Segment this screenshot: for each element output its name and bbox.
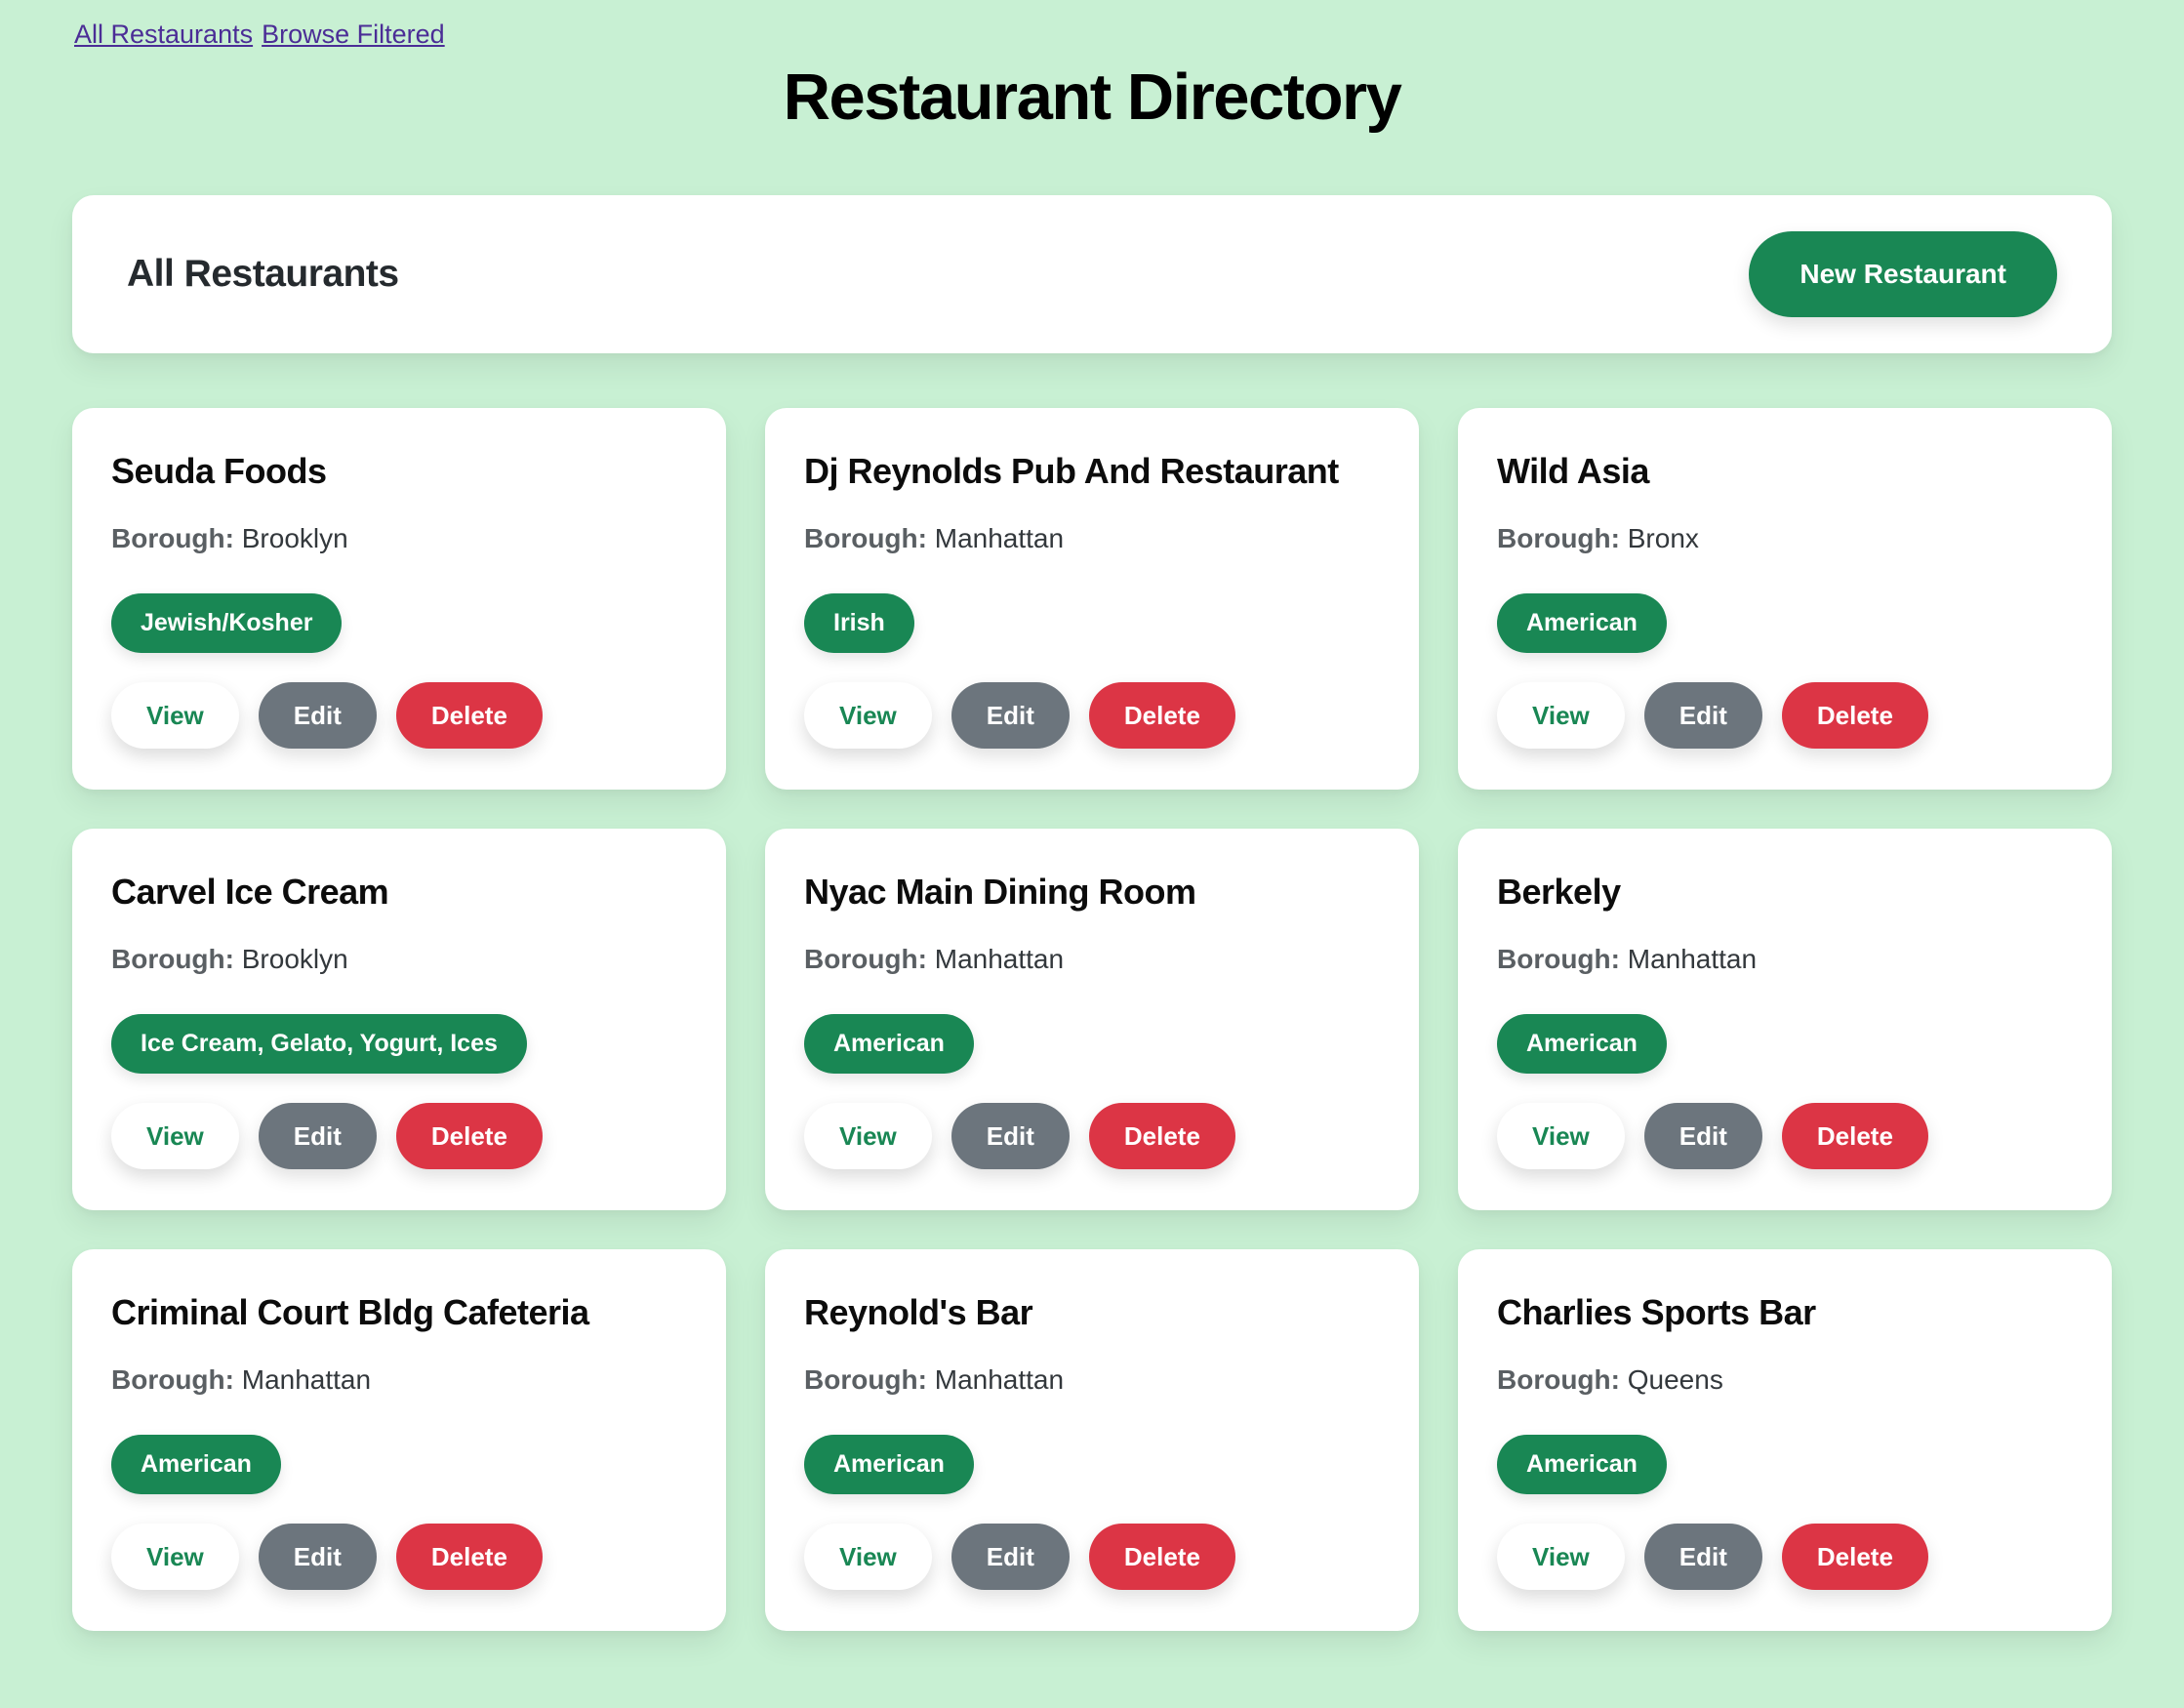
restaurant-card: Dj Reynolds Pub And Restaurant Borough: … (765, 408, 1419, 790)
edit-button[interactable]: Edit (951, 1524, 1070, 1590)
borough-line: Borough: Brooklyn (111, 523, 687, 554)
edit-button[interactable]: Edit (259, 1103, 377, 1169)
card-actions: View Edit Delete (804, 1103, 1380, 1169)
edit-button[interactable]: Edit (259, 1524, 377, 1590)
nav-link-all-restaurants[interactable]: All Restaurants (74, 20, 253, 49)
restaurant-card: Berkely Borough: Manhattan American View… (1458, 829, 2112, 1210)
cuisine-badge: American (804, 1435, 974, 1494)
page-title: Restaurant Directory (72, 60, 2112, 135)
delete-button[interactable]: Delete (396, 1103, 543, 1169)
edit-button[interactable]: Edit (1644, 1524, 1762, 1590)
delete-button[interactable]: Delete (1782, 1524, 1928, 1590)
borough-line: Borough: Bronx (1497, 523, 2073, 554)
toolbar-heading: All Restaurants (127, 253, 399, 296)
borough-label: Borough: (804, 523, 927, 553)
cuisine-badge: American (1497, 593, 1667, 653)
restaurant-name: Reynold's Bar (804, 1290, 1380, 1335)
restaurant-card: Reynold's Bar Borough: Manhattan America… (765, 1249, 1419, 1631)
card-actions: View Edit Delete (1497, 682, 2073, 749)
cuisine-badge: American (804, 1014, 974, 1074)
borough-line: Borough: Manhattan (804, 1364, 1380, 1396)
view-button[interactable]: View (804, 682, 932, 749)
borough-line: Borough: Manhattan (804, 944, 1380, 975)
restaurant-name: Wild Asia (1497, 449, 2073, 494)
view-button[interactable]: View (804, 1524, 932, 1590)
edit-button[interactable]: Edit (259, 682, 377, 749)
view-button[interactable]: View (804, 1103, 932, 1169)
edit-button[interactable]: Edit (951, 1103, 1070, 1169)
new-restaurant-button[interactable]: New Restaurant (1749, 231, 2057, 317)
borough-value: Brooklyn (242, 944, 348, 974)
nav-link-browse-filtered[interactable]: Browse Filtered (262, 20, 445, 49)
cuisine-badge: Jewish/Kosher (111, 593, 342, 653)
edit-button[interactable]: Edit (1644, 1103, 1762, 1169)
restaurant-name: Charlies Sports Bar (1497, 1290, 2073, 1335)
restaurant-card: Charlies Sports Bar Borough: Queens Amer… (1458, 1249, 2112, 1631)
borough-label: Borough: (1497, 944, 1620, 974)
restaurant-grid: Seuda Foods Borough: Brooklyn Jewish/Kos… (72, 408, 2112, 1631)
borough-line: Borough: Manhattan (1497, 944, 2073, 975)
view-button[interactable]: View (1497, 682, 1625, 749)
restaurant-name: Carvel Ice Cream (111, 870, 687, 915)
restaurant-name: Nyac Main Dining Room (804, 870, 1380, 915)
view-button[interactable]: View (1497, 1524, 1625, 1590)
card-actions: View Edit Delete (111, 1524, 687, 1590)
card-actions: View Edit Delete (1497, 1103, 2073, 1169)
card-actions: View Edit Delete (111, 682, 687, 749)
borough-line: Borough: Manhattan (111, 1364, 687, 1396)
borough-line: Borough: Brooklyn (111, 944, 687, 975)
borough-label: Borough: (804, 1364, 927, 1395)
card-actions: View Edit Delete (111, 1103, 687, 1169)
borough-label: Borough: (111, 944, 234, 974)
borough-line: Borough: Manhattan (804, 523, 1380, 554)
borough-value: Manhattan (242, 1364, 371, 1395)
cuisine-badge: American (1497, 1435, 1667, 1494)
restaurant-name: Berkely (1497, 870, 2073, 915)
restaurant-card: Nyac Main Dining Room Borough: Manhattan… (765, 829, 1419, 1210)
restaurant-name: Seuda Foods (111, 449, 687, 494)
cuisine-badge: Ice Cream, Gelato, Yogurt, Ices (111, 1014, 527, 1074)
view-button[interactable]: View (111, 1524, 239, 1590)
delete-button[interactable]: Delete (396, 682, 543, 749)
borough-label: Borough: (111, 1364, 234, 1395)
breadcrumb-nav: All Restaurants Browse Filtered (74, 20, 2112, 50)
borough-value: Manhattan (1628, 944, 1757, 974)
borough-label: Borough: (1497, 523, 1620, 553)
view-button[interactable]: View (1497, 1103, 1625, 1169)
restaurant-card: Criminal Court Bldg Cafeteria Borough: M… (72, 1249, 726, 1631)
cuisine-badge: Irish (804, 593, 914, 653)
card-actions: View Edit Delete (804, 1524, 1380, 1590)
borough-line: Borough: Queens (1497, 1364, 2073, 1396)
restaurant-name: Dj Reynolds Pub And Restaurant (804, 449, 1380, 494)
delete-button[interactable]: Delete (1089, 1524, 1235, 1590)
edit-button[interactable]: Edit (1644, 682, 1762, 749)
borough-label: Borough: (1497, 1364, 1620, 1395)
view-button[interactable]: View (111, 1103, 239, 1169)
restaurant-card: Seuda Foods Borough: Brooklyn Jewish/Kos… (72, 408, 726, 790)
borough-value: Queens (1628, 1364, 1723, 1395)
delete-button[interactable]: Delete (1782, 1103, 1928, 1169)
card-actions: View Edit Delete (1497, 1524, 2073, 1590)
borough-value: Manhattan (935, 1364, 1064, 1395)
cuisine-badge: American (111, 1435, 281, 1494)
borough-value: Manhattan (935, 944, 1064, 974)
borough-value: Manhattan (935, 523, 1064, 553)
restaurant-card: Carvel Ice Cream Borough: Brooklyn Ice C… (72, 829, 726, 1210)
borough-value: Bronx (1628, 523, 1699, 553)
edit-button[interactable]: Edit (951, 682, 1070, 749)
restaurant-card: Wild Asia Borough: Bronx American View E… (1458, 408, 2112, 790)
delete-button[interactable]: Delete (1089, 682, 1235, 749)
delete-button[interactable]: Delete (396, 1524, 543, 1590)
restaurant-name: Criminal Court Bldg Cafeteria (111, 1290, 687, 1335)
borough-label: Borough: (804, 944, 927, 974)
borough-value: Brooklyn (242, 523, 348, 553)
view-button[interactable]: View (111, 682, 239, 749)
delete-button[interactable]: Delete (1089, 1103, 1235, 1169)
toolbar: All Restaurants New Restaurant (72, 195, 2112, 353)
delete-button[interactable]: Delete (1782, 682, 1928, 749)
cuisine-badge: American (1497, 1014, 1667, 1074)
borough-label: Borough: (111, 523, 234, 553)
card-actions: View Edit Delete (804, 682, 1380, 749)
